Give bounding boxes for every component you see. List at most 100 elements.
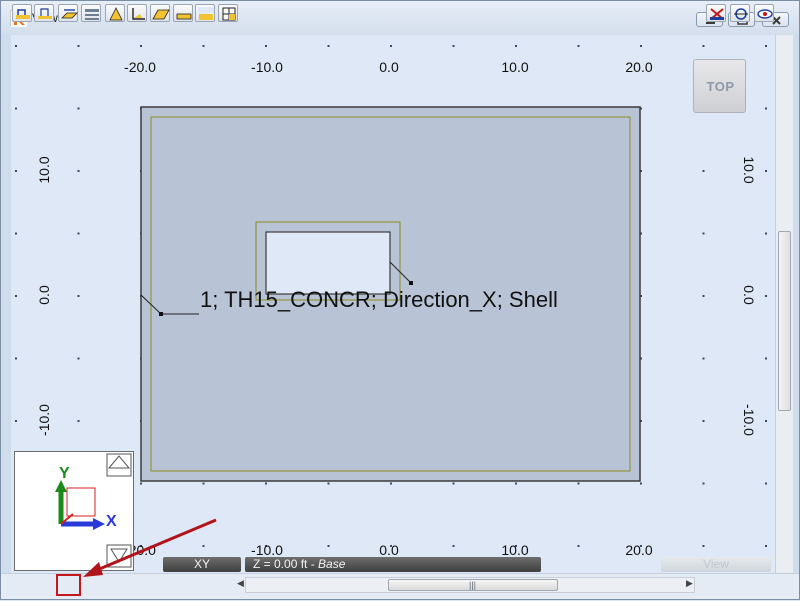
bottom-x-tick: 0.0 (379, 542, 399, 558)
axis-tool-button[interactable] (127, 4, 147, 22)
bottom-x-tick: -10.0 (251, 542, 283, 558)
grid-dot (327, 45, 330, 47)
grid-dot (15, 107, 17, 110)
opening-leader-point (409, 281, 413, 285)
numbering-tool-icon (198, 7, 214, 20)
slab-tool-button[interactable] (58, 4, 78, 22)
rotate-down-button[interactable] (106, 544, 132, 568)
axis-indicator: Y X (14, 451, 134, 571)
grid-dot (702, 420, 705, 422)
grid-tool-button[interactable] (218, 4, 238, 22)
status-z-name: Base (318, 557, 346, 571)
grid-dot (765, 482, 767, 485)
grid-dot (15, 357, 17, 360)
wall-tool-icon (176, 13, 192, 20)
grid-dot (515, 45, 517, 47)
grid-dot (577, 45, 580, 47)
grid-dot (265, 482, 267, 485)
beam-tool-icon (38, 8, 52, 19)
grid-dot (327, 545, 330, 547)
beam-tool-button[interactable] (34, 4, 54, 22)
grid-dot (765, 107, 767, 110)
column-tool-button[interactable] (12, 4, 32, 22)
top-x-tick: -20.0 (124, 59, 156, 75)
grid-dot (77, 170, 80, 172)
numbering-tool-button[interactable] (195, 4, 215, 22)
grid-dot (702, 357, 705, 360)
grid-dot (140, 482, 142, 485)
scroll-right-icon[interactable]: ▶ (686, 578, 693, 589)
grid-dot (702, 170, 705, 172)
grid-dot (702, 232, 705, 235)
right-y-tick: 0.0 (741, 285, 757, 305)
grid-dot (202, 45, 205, 47)
right-y-tick: -10.0 (741, 404, 757, 436)
right-y-tick: 10.0 (741, 156, 757, 183)
grid-dot (77, 420, 80, 422)
grid-dot (702, 482, 705, 485)
top-x-tick: -10.0 (251, 59, 283, 75)
left-y-tick: 0.0 (36, 285, 52, 305)
grid-dot (452, 45, 455, 47)
grid-dot (452, 482, 455, 485)
support-tool-button[interactable] (105, 4, 125, 22)
layer-tool-button[interactable] (81, 4, 101, 22)
grid-dot (765, 232, 767, 235)
panel-tool-icon (152, 9, 170, 20)
grid-dot (202, 482, 205, 485)
rotate-up-button[interactable] (106, 453, 132, 477)
vertical-scrollbar[interactable] (775, 35, 793, 573)
view-cube[interactable]: TOP (693, 59, 746, 113)
grid-dot (765, 357, 767, 360)
status-view[interactable]: View (661, 557, 771, 572)
left-y-tick: -10.0 (36, 404, 52, 436)
grid-tool-icon (222, 7, 236, 21)
grid-dot (327, 482, 330, 485)
top-x-tick: 10.0 (501, 59, 528, 75)
grid-dot (15, 420, 17, 422)
x-axis-label: X (106, 513, 117, 530)
top-x-tick: 0.0 (379, 59, 399, 75)
grid-dot (640, 45, 642, 47)
panel-tool-button[interactable] (150, 4, 170, 22)
rotate-up-icon[interactable] (107, 455, 131, 469)
top-x-tick: 20.0 (625, 59, 652, 75)
column-tool-icon (16, 9, 30, 19)
bottom-x-tick: 20.0 (625, 542, 652, 558)
grid-dot (77, 295, 80, 297)
delete-tool-button[interactable] (706, 4, 726, 22)
grid-dot (702, 545, 705, 547)
vertical-scroll-thumb[interactable] (778, 231, 791, 411)
grid-dot (15, 232, 17, 235)
rotate-down-icon[interactable] (110, 548, 128, 563)
grid-dot (452, 545, 455, 547)
grid-dot (765, 420, 767, 422)
link-tool-button[interactable] (730, 4, 750, 22)
slab-leader-point (159, 312, 163, 316)
scroll-left-icon[interactable]: ◀ (237, 578, 244, 589)
slab-opening[interactable] (265, 231, 391, 295)
slab-label: 1; TH15_CONCR; Direction_X; Shell (200, 287, 558, 312)
z-axis-square (66, 487, 96, 517)
grid-dot (515, 482, 517, 485)
grid-dot (390, 482, 392, 485)
grid-dot (765, 545, 767, 547)
status-z-level: Z = 0.00 ft - Base (245, 557, 541, 572)
scroll-grip-icon: ||| (469, 580, 477, 590)
slab-tool-icon (61, 9, 78, 19)
horizontal-scrollbar[interactable]: ||| (245, 577, 695, 593)
eye-tool-button[interactable] (754, 4, 774, 22)
wall-tool-button[interactable] (173, 4, 193, 22)
grid-dot (77, 45, 80, 47)
delete-tool-icon (710, 8, 724, 20)
grid-dot (765, 170, 767, 172)
y-axis-label: Y (59, 465, 70, 482)
horizontal-scroll-thumb[interactable]: ||| (388, 579, 558, 591)
view-window: View -20.0 -10.0 0.0 10.0 20.0 (0, 0, 800, 600)
grid-dot (140, 45, 142, 47)
grid-dot (390, 45, 392, 47)
grid-dot (702, 45, 705, 47)
support-tool-icon (109, 7, 123, 21)
grid-dot (702, 295, 705, 297)
layer-tool-icon (85, 9, 99, 20)
